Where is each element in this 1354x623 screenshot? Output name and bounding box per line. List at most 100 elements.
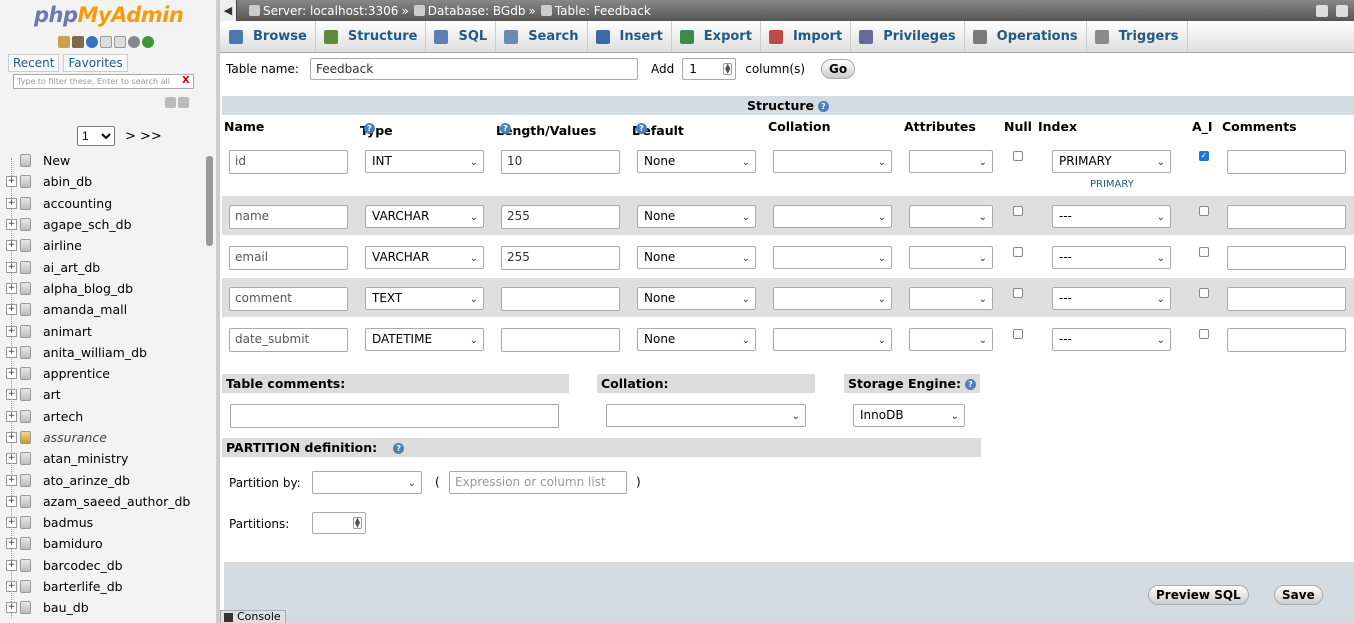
tree-item-label[interactable]: amanda_mall <box>43 302 127 317</box>
field-type-select[interactable]: VARCHAR ⌄ <box>365 205 484 228</box>
field-name-input[interactable]: email <box>229 246 348 270</box>
expand-icon[interactable]: + <box>6 495 17 507</box>
expand-icon[interactable]: + <box>6 602 17 614</box>
page-select[interactable]: 1 <box>77 126 115 146</box>
favorites-tab[interactable]: Favorites <box>63 54 128 72</box>
tree-item-label[interactable]: airline <box>43 238 82 253</box>
expand-icon[interactable]: + <box>6 474 17 486</box>
expand-icon[interactable] <box>1336 4 1348 17</box>
breadcrumb-server[interactable]: Server: localhost:3306 <box>263 4 398 18</box>
help-icon[interactable]: ? <box>965 379 976 390</box>
field-null-checkbox[interactable] <box>1013 329 1023 339</box>
field-comments-input[interactable] <box>1227 150 1346 174</box>
tab-export[interactable]: Export <box>672 21 761 52</box>
table-name-input[interactable]: Feedback <box>310 58 638 80</box>
tree-item-label[interactable]: accounting <box>43 196 112 211</box>
tree-item-label[interactable]: alpha_blog_db <box>43 281 133 296</box>
field-default-select[interactable]: None ⌄ <box>637 328 756 351</box>
field-null-checkbox[interactable] <box>1013 288 1023 298</box>
tree-item-database[interactable]: + assurance <box>6 427 202 448</box>
breadcrumb-table[interactable]: Table: Feedback <box>555 4 651 18</box>
tab-import[interactable]: Import <box>761 21 852 52</box>
field-name-input[interactable]: id <box>229 150 348 174</box>
field-type-select[interactable]: TEXT ⌄ <box>365 287 484 310</box>
tree-item-database[interactable]: + bau_db <box>6 597 202 618</box>
help-icon[interactable] <box>86 36 98 48</box>
field-attributes-select[interactable]: ⌄ <box>909 287 993 310</box>
stepper-arrows-icon[interactable]: ▲ ▼ <box>723 63 733 75</box>
preview-sql-button[interactable]: Preview SQL <box>1148 585 1249 605</box>
field-null-checkbox[interactable] <box>1013 206 1023 216</box>
tree-item-database[interactable]: + airline <box>6 235 202 256</box>
link-with-main-icon[interactable] <box>178 97 189 108</box>
tree-item-label[interactable]: ai_art_db <box>43 260 100 275</box>
field-comments-input[interactable] <box>1227 328 1346 352</box>
field-name-input[interactable]: comment <box>229 287 348 311</box>
help-icon[interactable]: ? <box>817 101 829 112</box>
field-ai-checkbox[interactable] <box>1199 247 1209 257</box>
field-attributes-select[interactable]: ⌄ <box>909 246 993 269</box>
tree-item-label[interactable]: barterlife_db <box>43 579 123 594</box>
tree-item-label[interactable]: badmus <box>43 515 93 530</box>
index-note-link[interactable]: PRIMARY <box>1090 179 1134 190</box>
field-index-select[interactable]: --- ⌄ <box>1052 287 1171 310</box>
expand-icon[interactable]: + <box>6 389 17 401</box>
expand-icon[interactable]: + <box>6 240 17 252</box>
docs-icon[interactable] <box>100 36 112 48</box>
next-page-link[interactable]: > >> <box>125 129 162 144</box>
field-length-input[interactable] <box>501 287 620 311</box>
tab-structure[interactable]: Structure <box>316 21 427 52</box>
field-attributes-select[interactable]: ⌄ <box>909 205 993 228</box>
field-length-input[interactable]: 10 <box>501 150 620 174</box>
tree-item-label[interactable]: azam_saeed_author_db <box>43 494 190 509</box>
expand-icon[interactable]: + <box>6 453 17 465</box>
logout-icon[interactable] <box>72 36 84 48</box>
storage-engine-select[interactable]: InnoDB ⌄ <box>853 404 965 427</box>
save-button[interactable]: Save <box>1274 585 1323 605</box>
expand-icon[interactable]: + <box>6 197 17 209</box>
tree-item-database[interactable]: + animart <box>6 320 202 341</box>
partitions-stepper[interactable]: ▲ ▼ <box>312 512 366 534</box>
expand-icon[interactable]: + <box>6 517 17 529</box>
tab-privileges[interactable]: Privileges <box>851 21 965 52</box>
breadcrumb-database[interactable]: Database: BGdb <box>428 4 526 18</box>
help-icon[interactable]: ? <box>636 123 647 134</box>
field-attributes-select[interactable]: ⌄ <box>909 328 993 351</box>
field-comments-input[interactable] <box>1227 246 1346 270</box>
tree-item-label[interactable]: assurance <box>43 430 107 445</box>
tree-item-database[interactable]: + badmus <box>6 512 202 533</box>
reload-icon[interactable] <box>142 36 154 48</box>
expand-icon[interactable]: + <box>6 261 17 273</box>
gear-icon[interactable] <box>128 36 140 48</box>
expand-icon[interactable]: + <box>6 368 17 380</box>
tab-insert[interactable]: Insert <box>588 21 672 52</box>
tree-item-database[interactable]: + artech <box>6 406 202 427</box>
field-length-input[interactable] <box>501 328 620 352</box>
lock-icon[interactable] <box>1316 4 1328 17</box>
tree-item-label[interactable]: apprentice <box>43 366 110 381</box>
field-comments-input[interactable] <box>1227 287 1346 311</box>
tree-item-database[interactable]: + alpha_blog_db <box>6 278 202 299</box>
tree-item-database[interactable]: + barterlife_db <box>6 576 202 597</box>
tree-item-label[interactable]: abin_db <box>43 174 92 189</box>
tab-triggers[interactable]: Triggers <box>1087 21 1188 52</box>
field-type-select[interactable]: INT ⌄ <box>365 150 484 173</box>
field-ai-checkbox[interactable] <box>1199 329 1209 339</box>
tree-item-label[interactable]: New <box>43 153 70 168</box>
field-ai-checkbox[interactable] <box>1199 288 1209 298</box>
expand-icon[interactable]: + <box>6 410 17 422</box>
expand-icon[interactable]: + <box>6 176 17 188</box>
tree-item-label[interactable]: anita_william_db <box>43 345 147 360</box>
field-index-select[interactable]: --- ⌄ <box>1052 246 1171 269</box>
field-null-checkbox[interactable] <box>1013 151 1023 161</box>
expand-icon[interactable]: + <box>6 538 17 550</box>
partition-expression-input[interactable]: Expression or column list <box>449 471 627 494</box>
field-index-select[interactable]: --- ⌄ <box>1052 205 1171 228</box>
filter-clear-icon[interactable]: X <box>182 75 190 86</box>
tree-item-database[interactable]: + accounting <box>6 193 202 214</box>
field-index-select[interactable]: --- ⌄ <box>1052 328 1171 351</box>
expand-icon[interactable]: + <box>6 219 17 231</box>
tree-item-database[interactable]: + agape_sch_db <box>6 214 202 235</box>
field-name-input[interactable]: date_submit <box>229 328 348 352</box>
field-null-checkbox[interactable] <box>1013 247 1023 257</box>
